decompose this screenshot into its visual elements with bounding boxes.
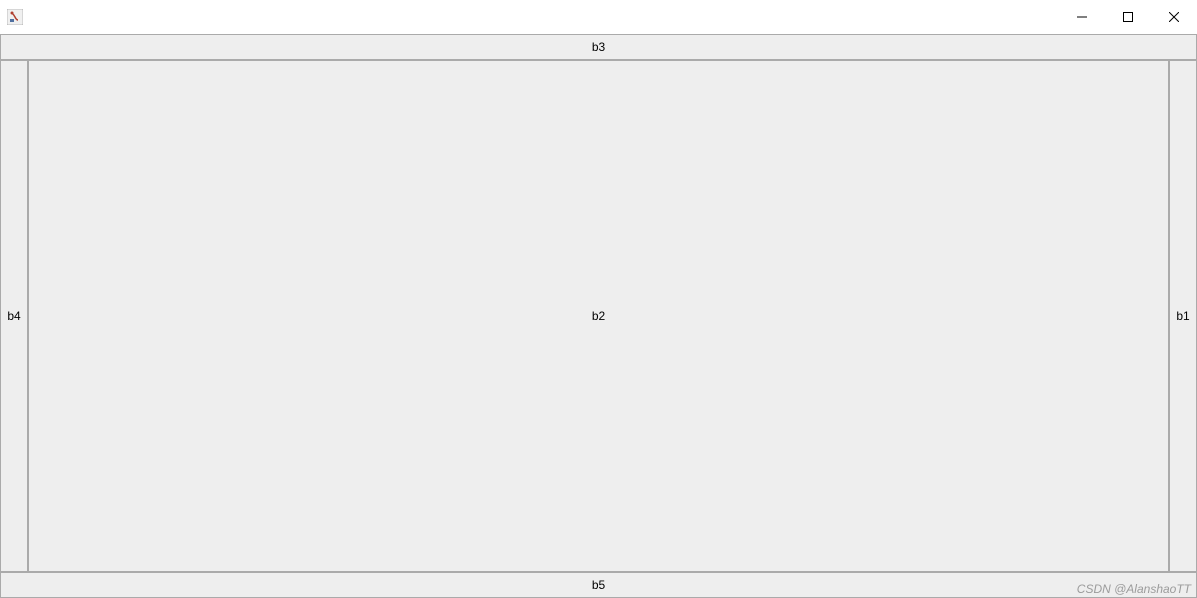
content-area: b3 b4 b2 b1 b5 (0, 34, 1197, 598)
button-b3[interactable]: b3 (0, 34, 1197, 60)
close-icon (1169, 12, 1179, 22)
titlebar (0, 0, 1197, 34)
button-b4[interactable]: b4 (0, 60, 28, 572)
minimize-icon (1077, 12, 1087, 22)
button-b2[interactable]: b2 (28, 60, 1169, 572)
maximize-button[interactable] (1105, 2, 1151, 32)
button-b5[interactable]: b5 (0, 572, 1197, 598)
app-icon (6, 8, 24, 26)
close-button[interactable] (1151, 2, 1197, 32)
maximize-icon (1123, 12, 1133, 22)
button-b1[interactable]: b1 (1169, 60, 1197, 572)
minimize-button[interactable] (1059, 2, 1105, 32)
window-controls (1059, 0, 1197, 34)
